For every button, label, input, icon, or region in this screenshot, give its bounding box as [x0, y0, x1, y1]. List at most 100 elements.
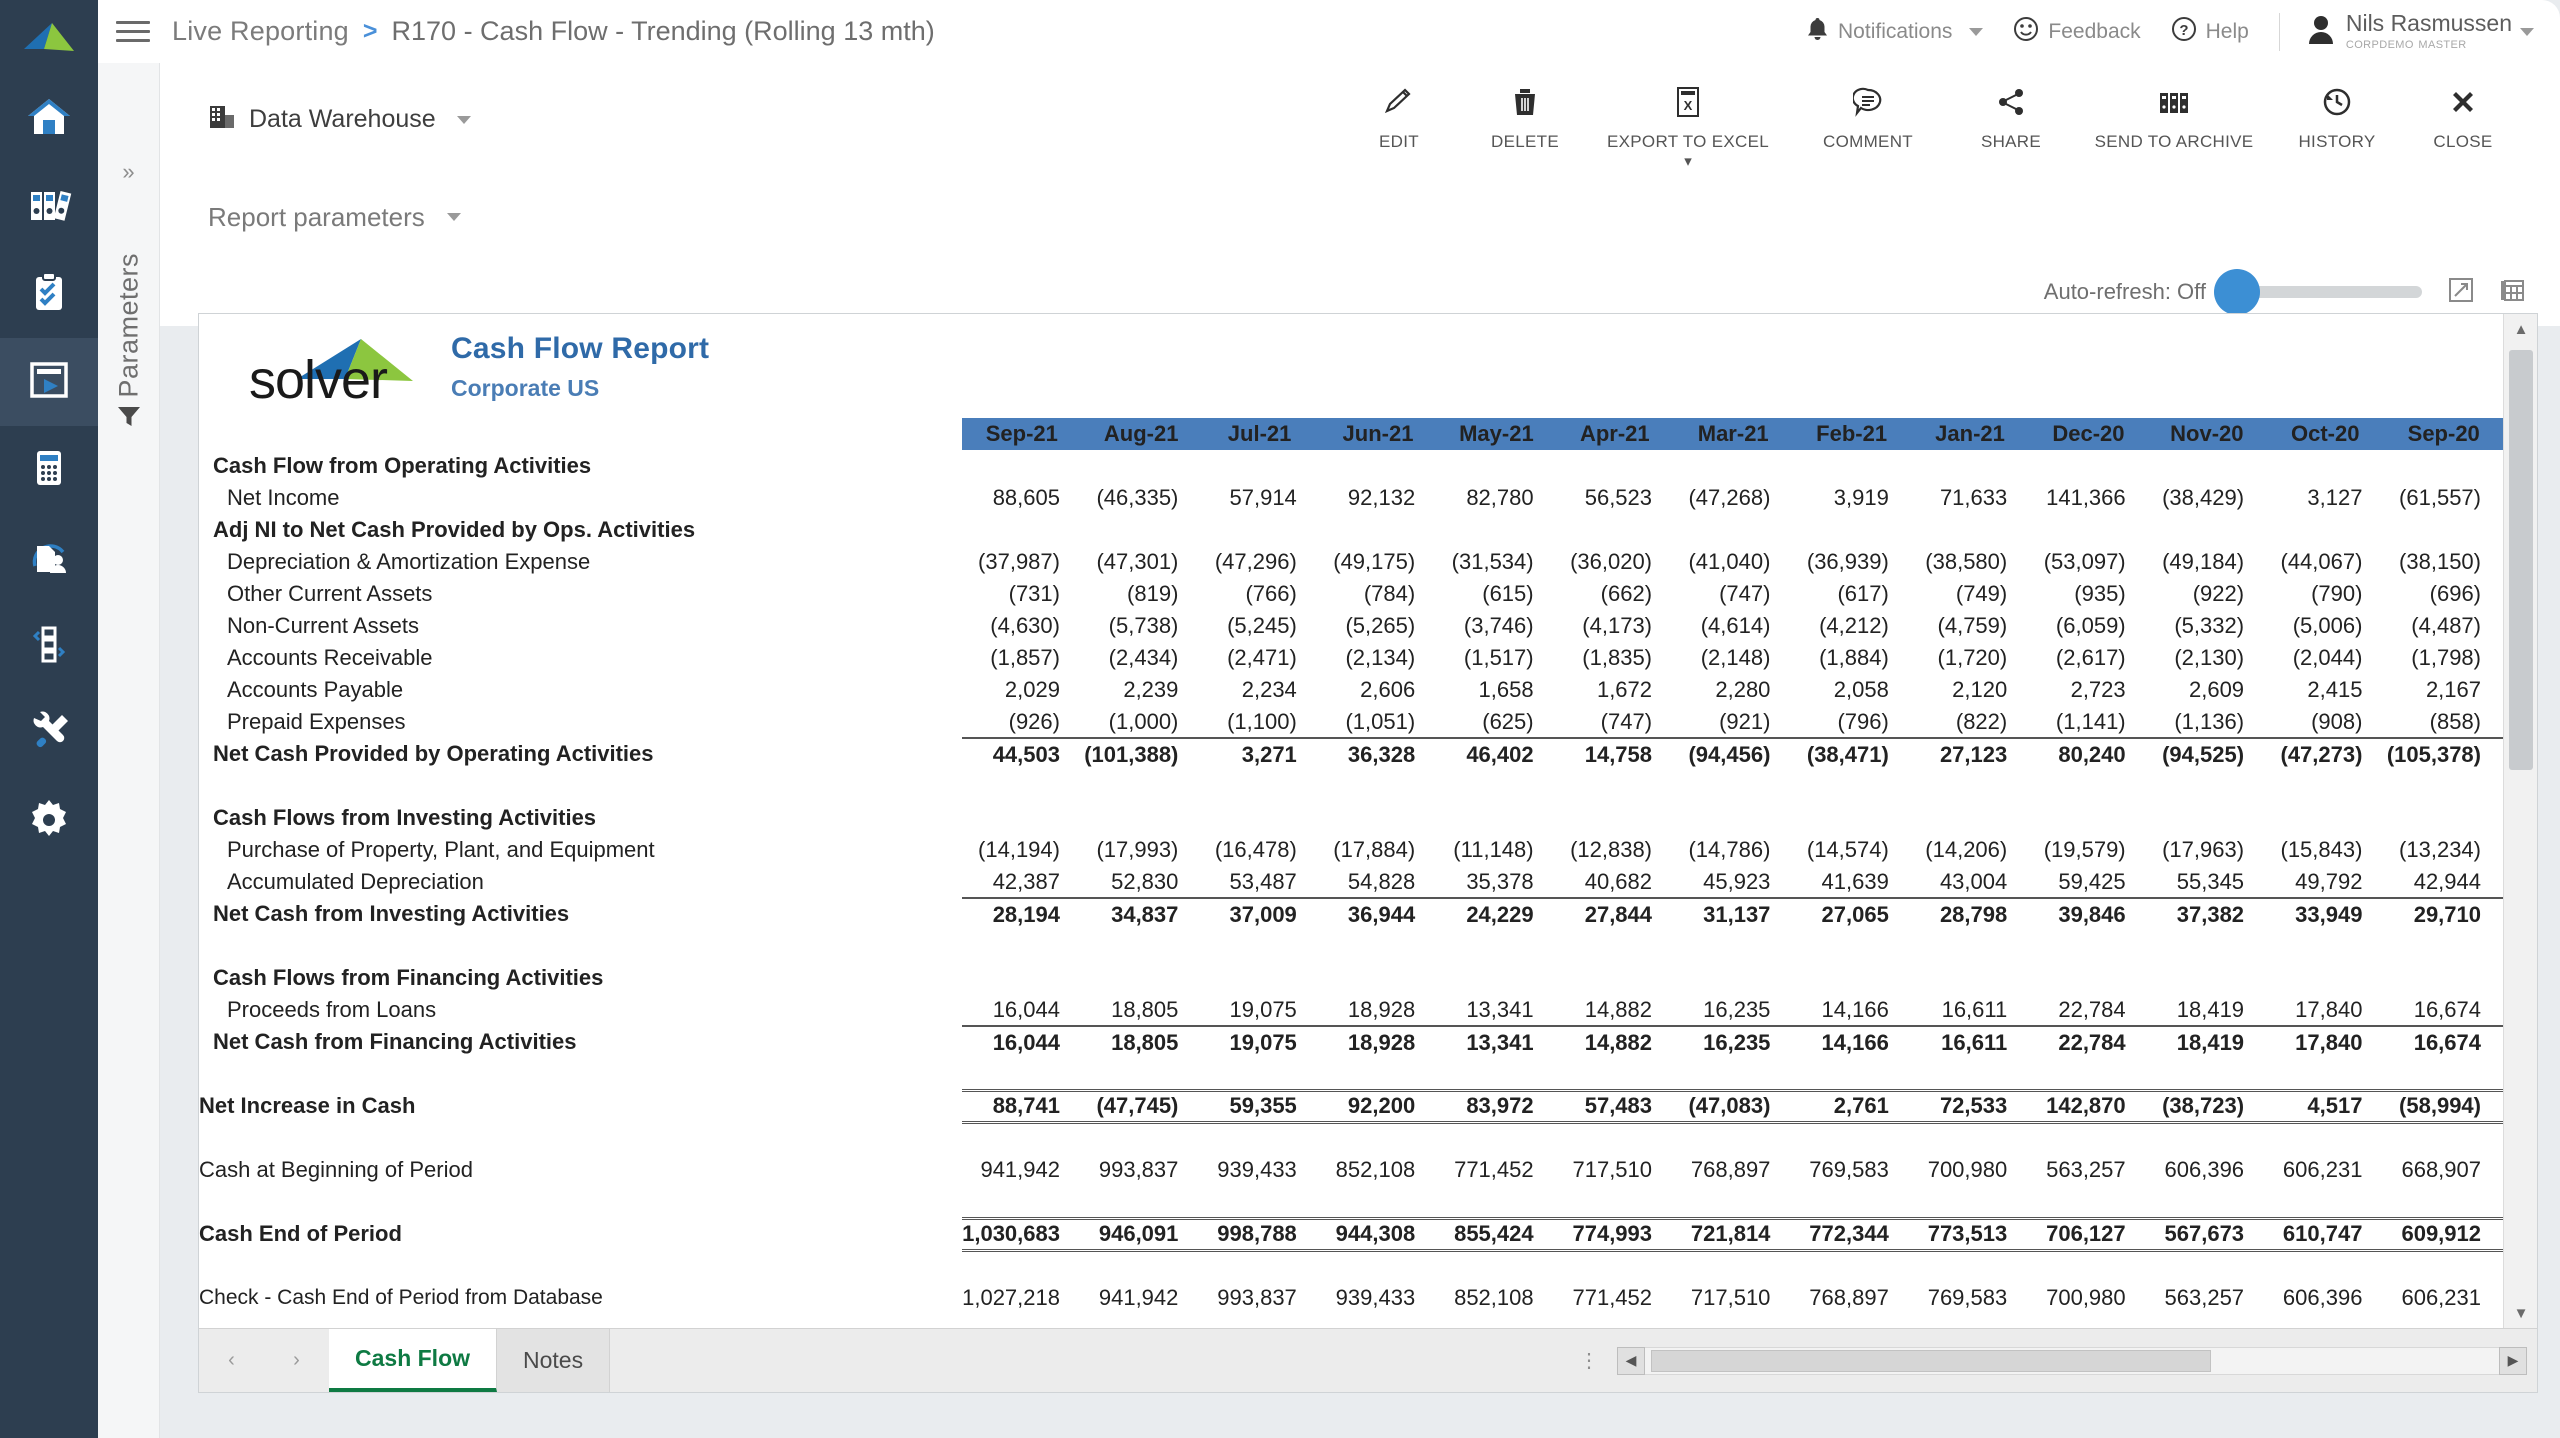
fullscreen-icon[interactable]	[2448, 277, 2474, 308]
cell-aug-21: 18,805	[1081, 1025, 1201, 1058]
cell-jan-21	[1911, 962, 2029, 994]
help-button[interactable]: ? Help	[2171, 16, 2249, 48]
cell-sep-21: (37,987)	[978, 549, 1060, 574]
solver-wordmark: solver	[249, 350, 388, 411]
table-row: Net Income 88,605 (46,335) 57,914 92,132 82,7…	[199, 482, 2503, 514]
comment-button[interactable]: COMMENT	[1788, 71, 1948, 152]
menu-toggle-button[interactable]	[116, 21, 150, 42]
cell-jun-21: (784)	[1363, 581, 1416, 606]
sidebar-item-tools[interactable]	[0, 690, 98, 778]
user-chevron-down-icon[interactable]	[2520, 27, 2534, 36]
cell-sep-20	[2384, 514, 2503, 546]
report-play-icon	[25, 356, 73, 409]
tab-notes[interactable]: Notes	[497, 1329, 611, 1392]
table-row: Net Increase in Cash 88,741 (47,745) 59,355…	[199, 1088, 2503, 1124]
cell-jun-21: (17,884)	[1333, 837, 1416, 862]
close-x-icon	[2449, 83, 2477, 121]
cell-jan-21: 2,120	[1952, 677, 2008, 702]
cell-dec-20: 59,425	[2058, 868, 2126, 894]
cell-aug-21	[1082, 1186, 1200, 1218]
cell-jun-21: 54,828	[1347, 868, 1416, 894]
tab-next-arrow-icon[interactable]: ›	[293, 1349, 300, 1372]
sidebar-item-users[interactable]	[0, 514, 98, 602]
horizontal-scroll-thumb[interactable]	[1651, 1349, 2211, 1372]
report-parameters-toggle[interactable]: Report parameters	[208, 202, 461, 233]
send-to-archive-button[interactable]: SEND TO ARCHIVE	[2074, 71, 2274, 152]
cell-jun-21: 36,328	[1318, 737, 1438, 770]
sidebar-item-tasks[interactable]	[0, 250, 98, 338]
cell-jan-21: (38,580)	[1925, 549, 2008, 574]
table-row: Purchase of Property, Plant, and Equipme…	[199, 834, 2503, 866]
expand-parameters-icon[interactable]: »	[122, 159, 134, 185]
notifications-button[interactable]: Notifications	[1806, 16, 1984, 48]
cell-apr-21	[1556, 770, 1674, 802]
share-button[interactable]: SHARE	[1948, 71, 2074, 152]
filter-funnel-icon[interactable]	[116, 403, 142, 434]
table-row: Cash End of Period 1,030,683 946,091 998,78…	[199, 1216, 2503, 1252]
hscroll-track[interactable]	[1645, 1346, 2499, 1375]
close-button[interactable]: CLOSE	[2400, 71, 2526, 152]
horizontal-scrollbar[interactable]: ◀ ▶	[1617, 1329, 2537, 1392]
cell-sep-21: 1,030,683	[961, 1216, 1082, 1252]
cell-jul-21	[1200, 450, 1318, 482]
cell-nov-20	[2148, 1186, 2266, 1218]
datasource-selector[interactable]: Data Warehouse	[208, 103, 471, 136]
left-sidebar	[0, 0, 98, 1438]
cell-jul-21: 53,487	[1229, 868, 1297, 894]
datasource-chevron-down-icon[interactable]	[456, 115, 471, 124]
edit-button[interactable]: EDIT	[1336, 71, 1462, 152]
grid-view-icon[interactable]	[2500, 277, 2526, 308]
scroll-down-arrow-icon[interactable]: ▼	[2504, 1298, 2538, 1328]
cell-apr-21	[1556, 962, 1674, 994]
cell-jan-21: (749)	[1955, 581, 2008, 606]
sidebar-item-integrations[interactable]	[0, 602, 98, 690]
sidebar-item-archive[interactable]	[0, 162, 98, 250]
sidebar-item-budgeting[interactable]	[0, 426, 98, 514]
question-circle-icon: ?	[2171, 16, 2197, 48]
cell-sep-21: 42,387	[992, 868, 1060, 894]
cell-jul-21	[1200, 1058, 1318, 1090]
comment-label: COMMENT	[1823, 131, 1913, 151]
cell-sep-20: 16,674	[2384, 1025, 2503, 1058]
cell-aug-21: 946,091	[1081, 1216, 1201, 1252]
cell-mar-21	[1674, 1186, 1792, 1218]
cell-dec-20: (19,579)	[2043, 837, 2126, 862]
cell-aug-21: (47,301)	[1096, 549, 1179, 574]
cell-dec-20: 141,366	[2046, 485, 2126, 510]
cell-feb-21: 27,065	[1792, 897, 1911, 930]
parameters-panel-collapsed[interactable]: » Parameters	[98, 63, 160, 1438]
feedback-button[interactable]: Feedback	[2013, 16, 2141, 48]
cell-jan-21	[1911, 930, 2029, 962]
breadcrumb-root[interactable]: Live Reporting	[172, 16, 349, 47]
hscroll-left-arrow-icon[interactable]: ◀	[1617, 1346, 1645, 1375]
delete-button[interactable]: DELETE	[1462, 71, 1588, 152]
tab-resize-grip[interactable]: ⋮	[1563, 1329, 1617, 1392]
cell-sep-21	[962, 962, 1082, 994]
cell-feb-21: (14,574)	[1806, 837, 1889, 862]
notifications-label: Notifications	[1838, 19, 1953, 43]
cell-sep-20: 16,674	[2413, 996, 2481, 1022]
breadcrumb-current: R170 - Cash Flow - Trending (Rolling 13 …	[391, 16, 935, 46]
tab-navigation-arrows[interactable]: ‹ ›	[199, 1329, 329, 1392]
hscroll-right-arrow-icon[interactable]: ▶	[2499, 1346, 2527, 1375]
cell-nov-20	[2148, 1058, 2266, 1090]
sidebar-item-reports[interactable]	[0, 338, 98, 426]
tab-cash-flow[interactable]: Cash Flow	[329, 1329, 498, 1392]
cell-apr-21: (12,838)	[1570, 837, 1653, 862]
vertical-scrollbar[interactable]: ▲ ▼	[2503, 314, 2537, 1328]
user-menu[interactable]: Nils Rasmussen CorpDemo Master	[2306, 11, 2534, 53]
vertical-scroll-thumb[interactable]	[2509, 350, 2533, 770]
export-chevron-down-icon[interactable]: ▾	[1684, 154, 1692, 169]
history-button[interactable]: HISTORY	[2274, 71, 2400, 152]
cell-may-21: 13,341	[1466, 996, 1534, 1022]
sidebar-item-settings[interactable]	[0, 778, 98, 866]
auto-refresh-knob[interactable]	[2214, 269, 2260, 315]
tab-prev-arrow-icon[interactable]: ‹	[228, 1349, 235, 1372]
row-label: Check - Cash End of Period from Database	[199, 1286, 603, 1309]
sidebar-item-home[interactable]	[0, 74, 98, 162]
cell-dec-20: (1,141)	[2055, 708, 2126, 734]
scroll-up-arrow-icon[interactable]: ▲	[2504, 314, 2538, 344]
cell-aug-21: (46,335)	[1096, 485, 1179, 510]
auto-refresh-slider[interactable]	[2214, 269, 2422, 315]
export-to-excel-button[interactable]: X EXPORT TO EXCEL ▾	[1588, 71, 1788, 169]
